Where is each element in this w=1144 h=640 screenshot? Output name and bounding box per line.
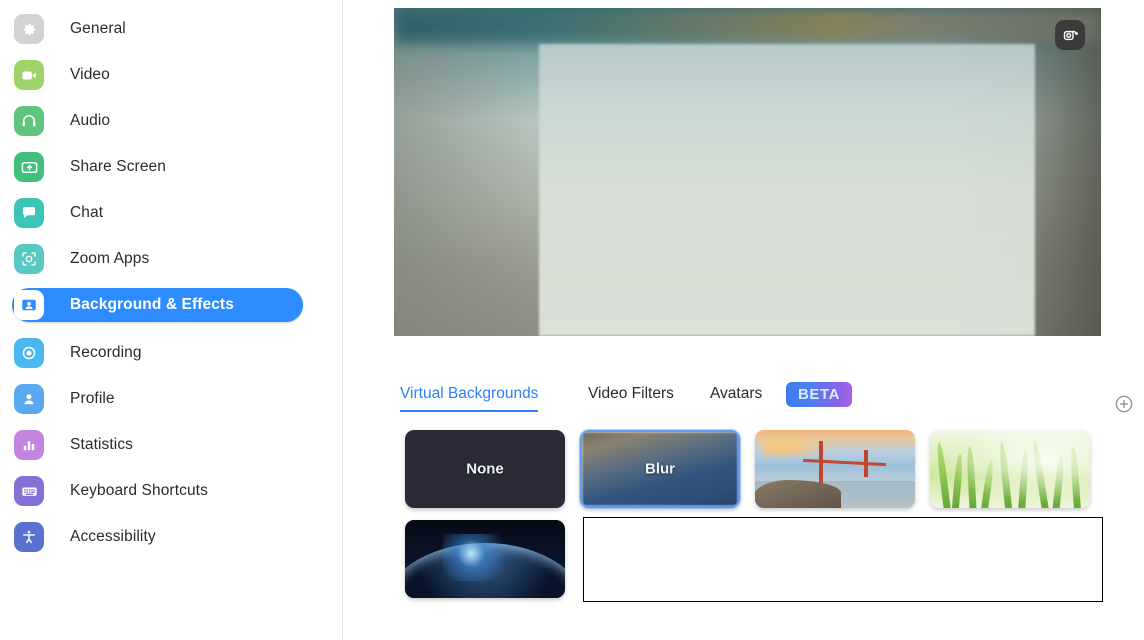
sidebar-item-statistics[interactable]: Statistics	[12, 428, 303, 462]
video-camera-icon	[14, 60, 44, 90]
zoom-apps-icon	[14, 244, 44, 274]
preview-left-shade	[394, 8, 544, 336]
background-tabs: Virtual Backgrounds Video Filters Avatar…	[394, 382, 1144, 425]
sidebar-item-label: Keyboard Shortcuts	[70, 482, 208, 499]
profile-person-icon	[14, 384, 44, 414]
settings-sidebar: General Video Audio Share Screen Chat Zo…	[0, 0, 343, 640]
thumb-art-grass	[930, 430, 1090, 508]
tab-video-filters[interactable]: Video Filters	[588, 385, 674, 410]
tab-avatars[interactable]: Avatars	[710, 385, 762, 410]
beta-badge: BETA	[786, 382, 852, 407]
sidebar-item-general[interactable]: General	[12, 12, 303, 46]
background-effects-icon	[14, 290, 44, 320]
sidebar-item-label: Recording	[70, 344, 142, 361]
sidebar-item-keyboard-shortcuts[interactable]: Keyboard Shortcuts	[12, 474, 303, 508]
background-thumb-earth[interactable]	[405, 520, 565, 598]
sidebar-item-background-effects[interactable]: Background & Effects	[12, 288, 303, 322]
keyboard-icon	[14, 476, 44, 506]
add-background-button[interactable]	[1113, 393, 1135, 415]
recording-icon	[14, 338, 44, 368]
background-thumb-blur[interactable]: Blur	[580, 430, 740, 508]
background-thumb-none[interactable]: None	[405, 430, 565, 508]
background-thumb-grass[interactable]	[930, 430, 1090, 508]
sidebar-item-accessibility[interactable]: Accessibility	[12, 520, 303, 554]
sidebar-item-label: Background & Effects	[70, 296, 234, 313]
sidebar-item-label: Zoom Apps	[70, 250, 150, 267]
sidebar-item-label: General	[70, 20, 126, 37]
sidebar-item-label: Statistics	[70, 436, 134, 453]
sidebar-item-recording[interactable]: Recording	[12, 336, 303, 370]
video-preview	[394, 8, 1101, 336]
preview-top-haze	[394, 8, 1101, 42]
headset-icon	[14, 106, 44, 136]
share-screen-icon	[14, 152, 44, 182]
camera-flip-icon[interactable]	[1055, 20, 1085, 50]
background-thumb-bridge[interactable]	[755, 430, 915, 508]
sidebar-item-profile[interactable]: Profile	[12, 382, 303, 416]
sidebar-item-audio[interactable]: Audio	[12, 104, 303, 138]
gear-icon	[14, 14, 44, 44]
chat-bubble-icon	[14, 198, 44, 228]
thumb-label: Blur	[645, 460, 675, 478]
sidebar-item-share-screen[interactable]: Share Screen	[12, 150, 303, 184]
thumb-art-golden-gate-bridge	[755, 430, 915, 508]
sidebar-item-label: Share Screen	[70, 158, 166, 175]
thumb-label: None	[466, 460, 504, 478]
sidebar-item-label: Profile	[70, 390, 115, 407]
white-overlay-box	[583, 517, 1103, 602]
sidebar-item-label: Video	[70, 66, 110, 83]
preview-overlay-card	[539, 44, 1035, 336]
sidebar-item-video[interactable]: Video	[12, 58, 303, 92]
tab-virtual-backgrounds[interactable]: Virtual Backgrounds	[400, 385, 539, 412]
sidebar-item-zoom-apps[interactable]: Zoom Apps	[12, 242, 303, 276]
sidebar-item-label: Chat	[70, 204, 104, 221]
thumb-art-earth-from-space	[405, 520, 565, 598]
accessibility-icon	[14, 522, 44, 552]
sidebar-item-label: Accessibility	[70, 528, 156, 545]
statistics-bars-icon	[14, 430, 44, 460]
sidebar-item-chat[interactable]: Chat	[12, 196, 303, 230]
sidebar-item-label: Audio	[70, 112, 111, 129]
